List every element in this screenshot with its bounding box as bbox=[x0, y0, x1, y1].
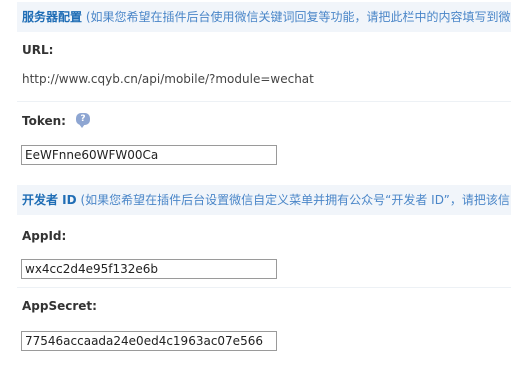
appid-field[interactable]: wx4cc2d4e95f132e6b bbox=[21, 259, 277, 279]
wechat-settings-form: 服务器配置 (如果您希望在插件后台使用微信关键词回复等功能，请把此栏中的内容填写… bbox=[0, 0, 511, 365]
appsecret-label: AppSecret: bbox=[22, 299, 97, 313]
appsecret-field[interactable]: 77546accaada24e0ed4c1963ac07e566 bbox=[21, 331, 277, 351]
server-config-header: 服务器配置 (如果您希望在插件后台使用微信关键词回复等功能，请把此栏中的内容填写… bbox=[17, 2, 511, 32]
help-glyph: ? bbox=[80, 114, 86, 124]
developer-id-header: 开发者 ID (如果您希望在插件后台设置微信自定义菜单并拥有公众号“开发者 ID… bbox=[17, 185, 511, 215]
developer-id-description: (如果您希望在插件后台设置微信自定义菜单并拥有公众号“开发者 ID”，请把该信 bbox=[80, 193, 510, 207]
token-field[interactable]: EeWFnne60WFW00Ca bbox=[21, 145, 277, 165]
appid-divider bbox=[17, 287, 511, 288]
url-divider bbox=[17, 101, 511, 102]
server-config-title: 服务器配置 bbox=[22, 10, 83, 24]
appid-label: AppId: bbox=[22, 229, 67, 243]
developer-id-title: 开发者 ID bbox=[22, 193, 77, 207]
server-config-description: (如果您希望在插件后台使用微信关键词回复等功能，请把此栏中的内容填写到微 bbox=[85, 10, 511, 24]
comment-help-icon[interactable]: ? bbox=[76, 113, 90, 128]
token-label: Token: bbox=[22, 114, 66, 128]
url-label: URL: bbox=[22, 43, 54, 57]
url-value: http://www.cqyb.cn/api/mobile/?module=we… bbox=[22, 72, 314, 86]
